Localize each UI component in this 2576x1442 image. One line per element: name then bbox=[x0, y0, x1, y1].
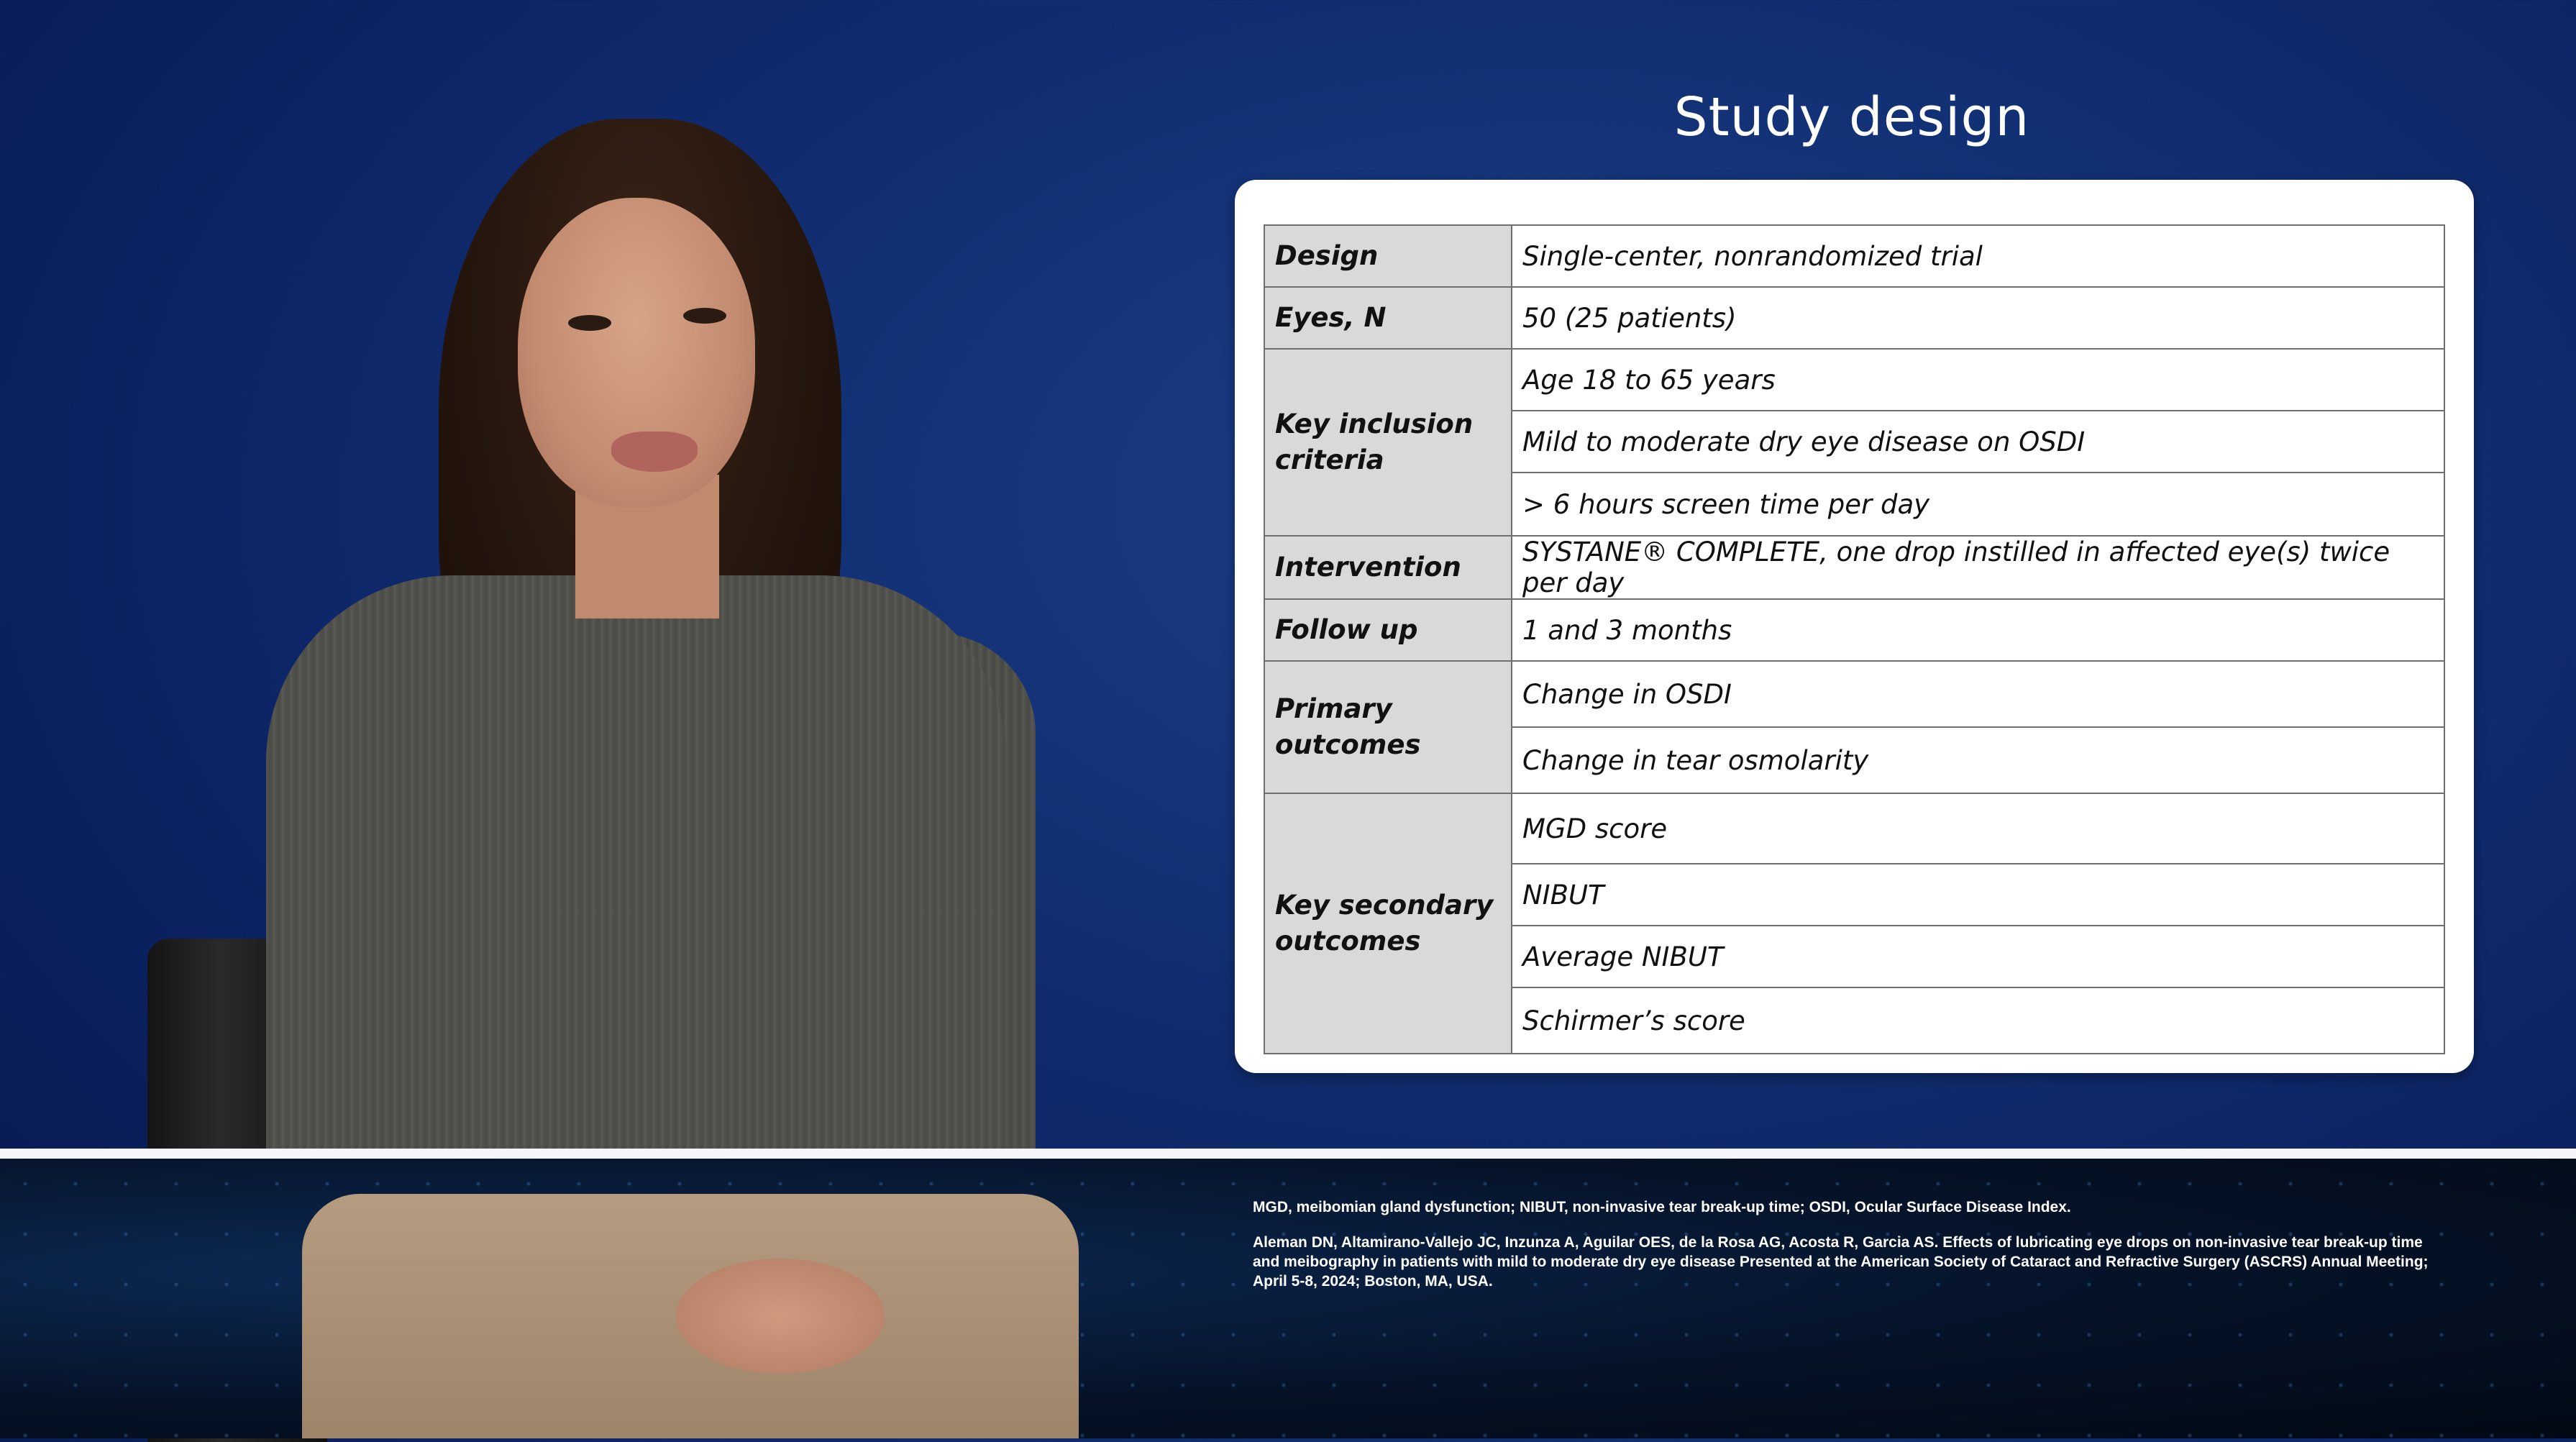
abbreviations-footnote: MGD, meibomian gland dysfunction; NIBUT,… bbox=[1253, 1199, 2071, 1215]
study-design-card: Design Single-center, nonrandomized tria… bbox=[1235, 180, 2474, 1073]
reference-footnote: Aleman DN, Altamirano-Vallejo JC, Inzunz… bbox=[1253, 1234, 2429, 1290]
row-label-intervention: Intervention bbox=[1264, 535, 1512, 600]
row-value-eyes: 50 (25 patients) bbox=[1511, 286, 2445, 350]
row-value-intervention: SYSTANE® COMPLETE, one drop instilled in… bbox=[1511, 535, 2445, 600]
row-label-follow-up: Follow up bbox=[1264, 598, 1512, 662]
row-value-primary-2: Change in tear osmolarity bbox=[1511, 726, 2445, 794]
row-label-primary: Primary outcomes bbox=[1264, 660, 1512, 794]
study-design-table: Design Single-center, nonrandomized tria… bbox=[1264, 224, 2445, 1054]
table-row: Eyes, N 50 (25 patients) bbox=[1264, 286, 2445, 350]
row-value-design: Single-center, nonrandomized trial bbox=[1511, 224, 2445, 288]
table-row: Key secondary outcomes MGD score bbox=[1264, 793, 2445, 1054]
table-row: Key inclusion criteria Age 18 to 65 year… bbox=[1264, 348, 2445, 537]
row-value-secondary-1: MGD score bbox=[1511, 793, 2445, 864]
row-value-inclusion-2: Mild to moderate dry eye disease on OSDI bbox=[1511, 410, 2445, 473]
row-value-secondary-4: Schirmer’s score bbox=[1511, 987, 2445, 1054]
row-label-eyes: Eyes, N bbox=[1264, 286, 1512, 350]
row-value-secondary-3: Average NIBUT bbox=[1511, 925, 2445, 988]
row-value-secondary-2: NIBUT bbox=[1511, 863, 2445, 926]
presenter-hands bbox=[676, 1259, 885, 1374]
slide-title: Study design bbox=[1673, 86, 2030, 148]
row-value-primary-1: Change in OSDI bbox=[1511, 660, 2445, 728]
table-row: Primary outcomes Change in OSDI bbox=[1264, 660, 2445, 794]
slide-stage: Study design Design Single-center, nonra… bbox=[0, 0, 2576, 1442]
presenter-lower bbox=[0, 0, 1122, 1438]
table-row: Design Single-center, nonrandomized tria… bbox=[1264, 224, 2445, 288]
footnotes: MGD, meibomian gland dysfunction; NIBUT,… bbox=[1253, 1197, 2447, 1307]
row-value-inclusion-3: > 6 hours screen time per day bbox=[1511, 472, 2445, 537]
table-row: Intervention SYSTANE® COMPLETE, one drop… bbox=[1264, 535, 2445, 600]
row-value-inclusion-1: Age 18 to 65 years bbox=[1511, 348, 2445, 411]
table-row: Follow up 1 and 3 months bbox=[1264, 598, 2445, 662]
row-label-inclusion: Key inclusion criteria bbox=[1264, 348, 1512, 537]
row-value-follow-up: 1 and 3 months bbox=[1511, 598, 2445, 662]
row-label-design: Design bbox=[1264, 224, 1512, 288]
row-label-secondary: Key secondary outcomes bbox=[1264, 793, 1512, 1054]
